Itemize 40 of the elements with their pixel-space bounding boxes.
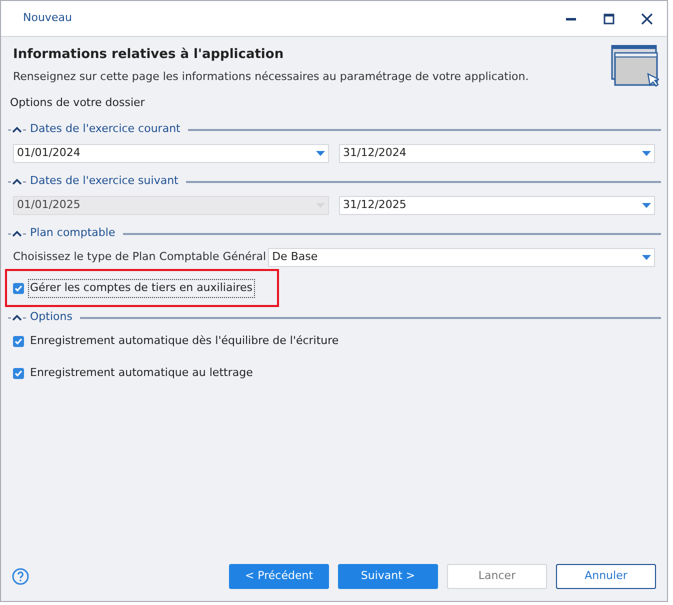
- date-value: 31/12/2024: [343, 144, 406, 161]
- maximize-icon[interactable]: [603, 12, 615, 24]
- window-title: Nouveau: [23, 10, 73, 26]
- checkbox[interactable]: [13, 368, 24, 379]
- date-value: 01/01/2025: [17, 196, 80, 213]
- checkbox[interactable]: [13, 283, 24, 294]
- date-dropdown[interactable]: 31/12/2024: [339, 144, 655, 162]
- select-label: Choisissez le type de Plan Comptable Général: [13, 248, 266, 265]
- dropdown-arrow-icon: [642, 254, 651, 260]
- date-value: 31/12/2025: [343, 196, 406, 213]
- dropdown-value: De Base: [272, 248, 318, 265]
- date-value: 01/01/2024: [17, 144, 80, 161]
- checkbox-label: Enregistrement automatique dès l'équilibre de l'écriture: [29, 333, 340, 350]
- dialog-button[interactable]: < Précédent: [229, 564, 329, 589]
- dialog-button[interactable]: Lancer: [447, 564, 547, 589]
- dialog-button[interactable]: Suivant >: [338, 564, 438, 589]
- page-title: Informations relatives à l'application: [13, 46, 285, 64]
- collapse-caret-icon[interactable]: [8, 230, 26, 238]
- dialog-button[interactable]: Annuler: [556, 564, 656, 589]
- collapse-caret-icon[interactable]: [8, 178, 26, 186]
- group-title: Plan comptable: [30, 225, 116, 242]
- checkbox-label: Enregistrement automatique au lettrage: [29, 365, 254, 382]
- checkbox[interactable]: [13, 336, 24, 347]
- collapse-caret-icon[interactable]: [8, 126, 26, 134]
- group-title: Dates de l'exercice courant: [30, 121, 180, 138]
- checkbox-label: Gérer les comptes de tiers en auxiliaires: [29, 280, 254, 297]
- plan-dropdown[interactable]: De Base: [268, 248, 655, 266]
- close-icon[interactable]: [641, 12, 653, 24]
- help-icon[interactable]: [12, 568, 29, 585]
- dropdown-arrow-icon: [642, 202, 651, 208]
- group-title: Options: [30, 309, 72, 326]
- collapse-caret-icon[interactable]: [8, 314, 26, 322]
- section-label: Options de votre dossier: [9, 95, 146, 111]
- dropdown-arrow-icon: [316, 150, 325, 156]
- dropdown-arrow-icon: [642, 150, 651, 156]
- date-dropdown[interactable]: 01/01/2024: [13, 144, 329, 162]
- page-description: Renseignez sur cette page les informations nécessaires au paramétrage de votre application.: [13, 68, 530, 84]
- group-title: Dates de l'exercice suivant: [30, 173, 178, 190]
- date-dropdown[interactable]: 31/12/2025: [339, 196, 655, 214]
- window-icon: [611, 45, 659, 87]
